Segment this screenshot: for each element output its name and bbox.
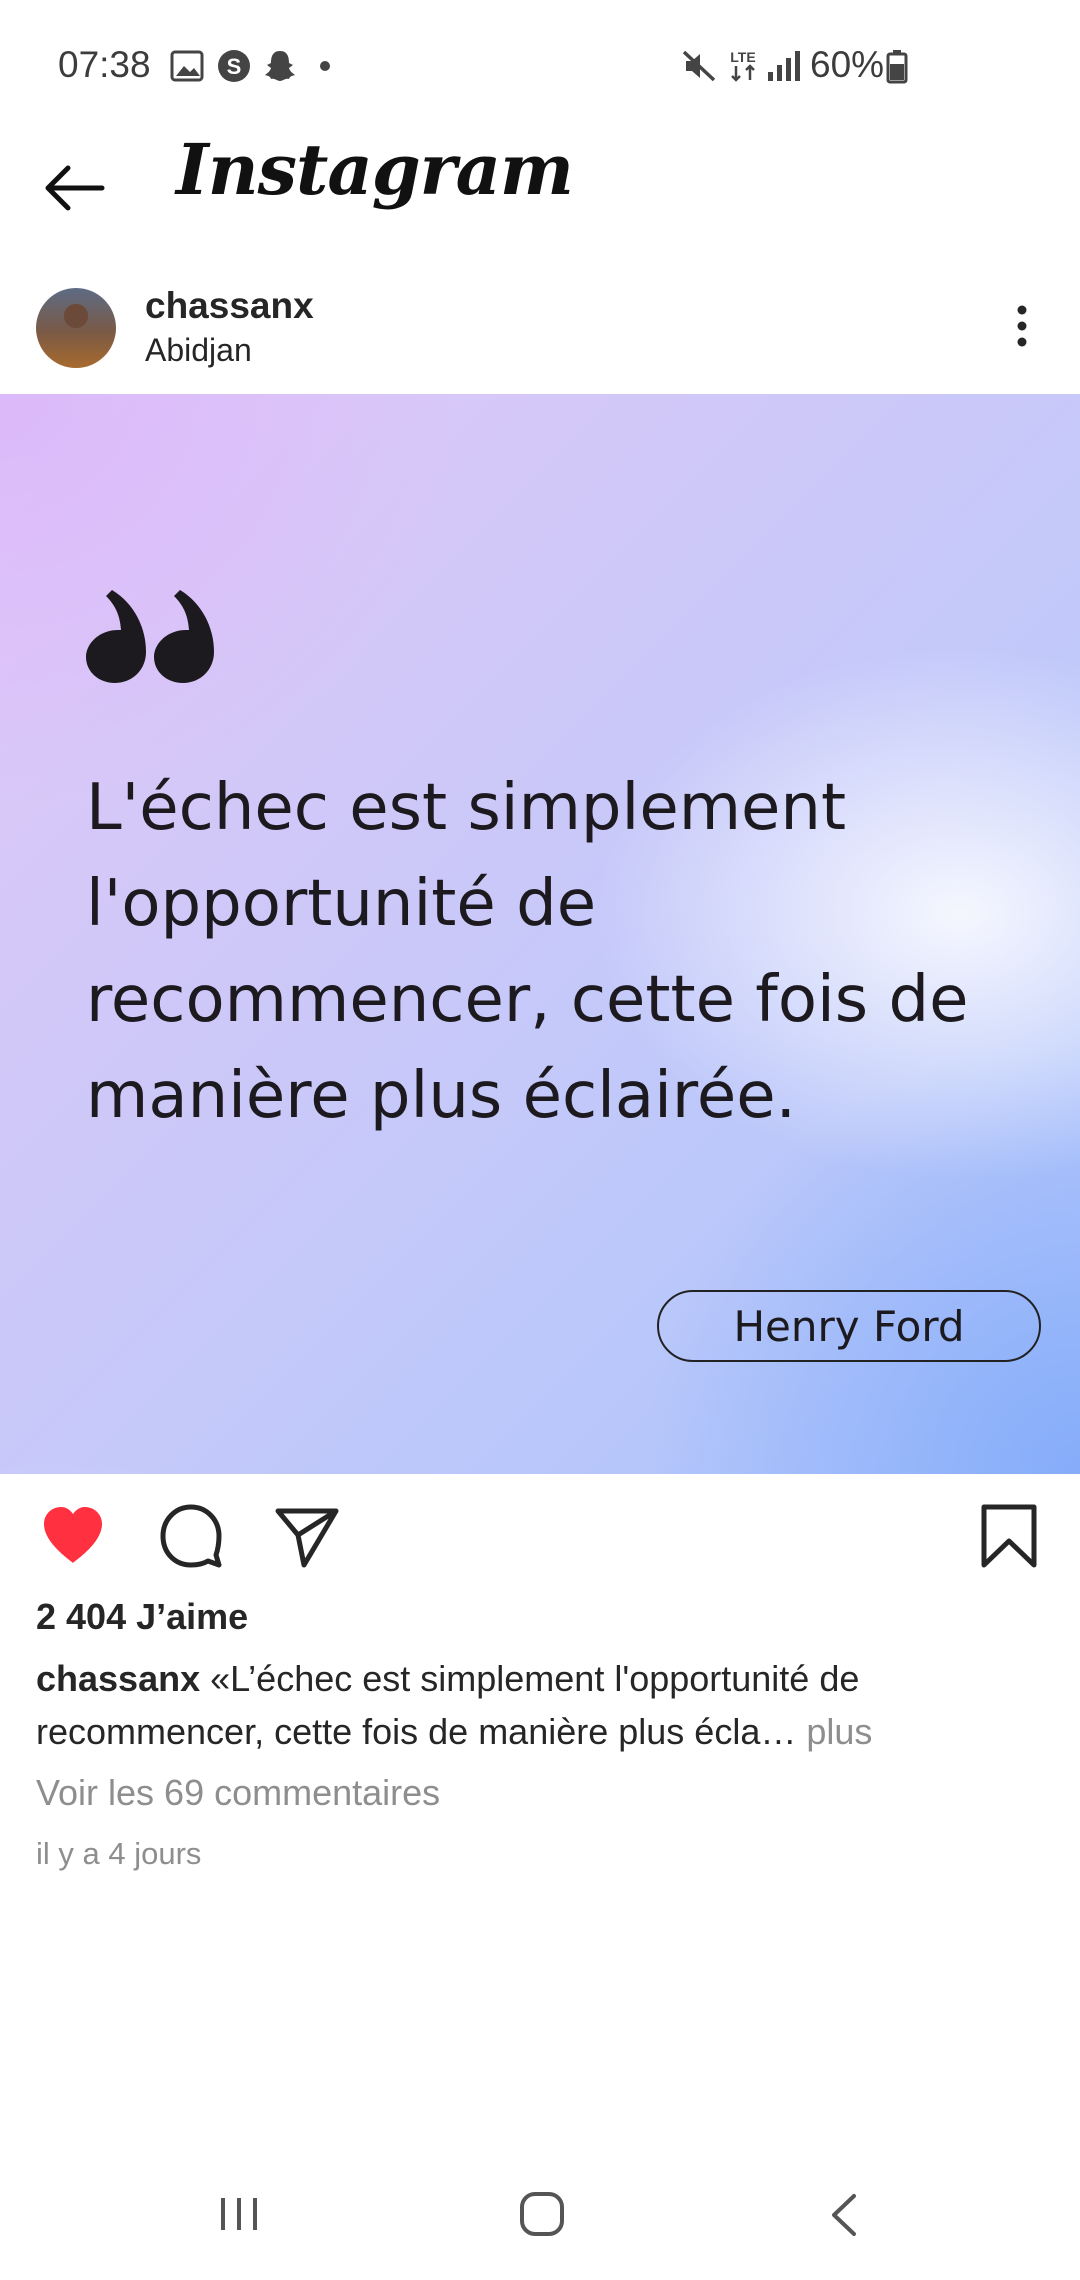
mute-icon xyxy=(682,50,716,82)
back-icon[interactable] xyxy=(826,2192,862,2238)
snapchat-icon xyxy=(265,51,295,81)
post-username[interactable]: chassanx xyxy=(145,285,314,327)
dot-icon xyxy=(320,61,330,71)
svg-text:S: S xyxy=(227,54,242,79)
likes-count[interactable]: 2 404 J’aime xyxy=(36,1596,248,1638)
caption-more-link[interactable]: plus xyxy=(796,1711,872,1752)
quote-text: L'échec est simplement l'opportunité de … xyxy=(86,771,969,1133)
like-heart-icon[interactable] xyxy=(40,1503,106,1569)
share-send-icon[interactable] xyxy=(274,1503,340,1569)
lte-icon: LTE xyxy=(730,49,756,82)
post-location[interactable]: Abidjan xyxy=(145,332,252,369)
quote-mark-icon xyxy=(86,590,214,683)
post-caption: chassanx «L’échec est simplement l'oppor… xyxy=(36,1652,1046,1758)
svg-text:LTE: LTE xyxy=(730,49,755,65)
view-comments-link[interactable]: Voir les 69 commentaires xyxy=(36,1772,440,1814)
gallery-icon xyxy=(170,50,204,82)
home-icon[interactable] xyxy=(518,2190,566,2238)
more-options-icon[interactable] xyxy=(1010,302,1034,350)
status-bar: 07:38 S LTE 60% xyxy=(0,0,1080,130)
s-app-icon: S xyxy=(218,50,250,82)
bookmark-icon[interactable] xyxy=(976,1503,1042,1569)
post-timestamp: il y a 4 jours xyxy=(36,1836,202,1871)
recents-icon[interactable] xyxy=(215,2194,263,2234)
caption-username[interactable]: chassanx xyxy=(36,1658,200,1699)
app-logo: Instagram xyxy=(176,128,574,211)
signal-icon xyxy=(768,51,800,81)
status-time: 07:38 xyxy=(58,44,151,85)
battery-icon xyxy=(886,50,908,84)
battery-percentage: 60% xyxy=(810,44,885,85)
avatar[interactable] xyxy=(36,288,116,368)
comment-icon[interactable] xyxy=(158,1503,224,1569)
quote-author: Henry Ford xyxy=(657,1290,1041,1362)
back-arrow-icon[interactable] xyxy=(40,160,110,216)
